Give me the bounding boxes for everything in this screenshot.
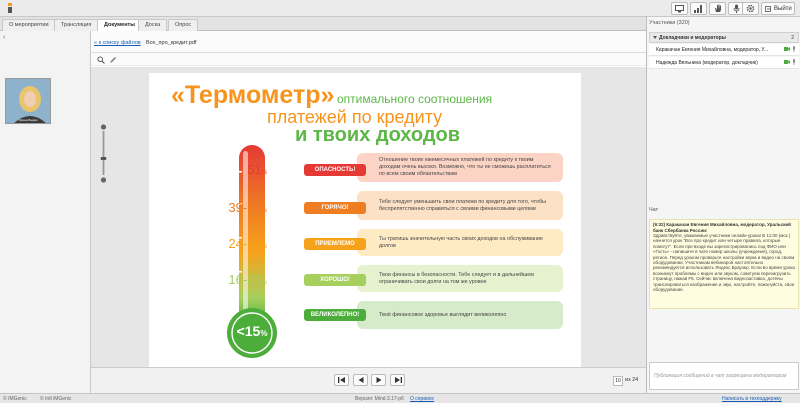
participant-item[interactable]: Каракачан Евгения Михайловна, модератор,…: [649, 44, 799, 56]
footer-copyright-1: © IMGenic: [3, 396, 27, 402]
chat-message-header: (9:32) Каракачан Евгения Михайловна, мод…: [653, 222, 791, 233]
network-icon[interactable]: [690, 2, 707, 15]
participant-name: Надежда Вяльнина (модератор, докладчик): [656, 60, 758, 66]
slide-viewport: «Термометр» оптимального соотношения пла…: [91, 67, 646, 401]
support-link[interactable]: Написать в техподдержку: [722, 396, 782, 402]
footer-copyright-2: © Intl iMGenic: [40, 396, 72, 402]
level-desc-4: Твои финансы в безопасности. Тебе следуе…: [357, 265, 563, 292]
about-service-link[interactable]: О сервисе: [410, 396, 434, 402]
mic-icon: [793, 59, 795, 65]
group-count: 2: [791, 35, 794, 41]
exit-button[interactable]: Выйти: [761, 2, 795, 15]
collapse-left-icon[interactable]: ‹: [3, 34, 5, 41]
thermometer-value: <15%: [236, 323, 268, 339]
tab-about[interactable]: О мероприятии: [2, 19, 56, 31]
chat-message-body: Здравствуйте, уважаемые участники онлайн…: [653, 233, 795, 293]
gear-icon[interactable]: [742, 2, 759, 15]
next-page-button[interactable]: [371, 374, 386, 386]
prev-page-button[interactable]: [353, 374, 368, 386]
pen-icon[interactable]: [108, 55, 117, 64]
group-title: Докладчики и модераторы: [659, 35, 726, 41]
slide-title-quote: «Термометр»: [171, 81, 335, 109]
level-label-5: ВЕЛИКОЛЕПНО!: [304, 309, 366, 321]
tab-poll[interactable]: Опрос: [168, 19, 199, 31]
first-page-button[interactable]: [334, 374, 349, 386]
last-page-button[interactable]: [390, 374, 405, 386]
webcam-name: Ирина Вадим: [18, 118, 38, 122]
participant-name: Каракачан Евгения Михайловна, модератор,…: [656, 47, 769, 53]
slide-title-line3: и твоих доходов: [295, 124, 461, 146]
level-label-3: ПРИЕМЛЕМО: [304, 238, 366, 250]
monitor-icon[interactable]: [671, 2, 688, 15]
document-panel: « к списку файлов Все_про_кредит.pdf «Те…: [91, 31, 646, 401]
level-desc-3: Ты тратишь значительную часть своих дохо…: [357, 229, 563, 256]
camera-icon: [784, 47, 790, 51]
right-sidebar: Участники (320) Докладчики и модераторы …: [646, 17, 800, 393]
last-page-icon: [394, 377, 402, 383]
document-header: « к списку файлов Все_про_кредит.pdf: [91, 31, 646, 53]
slide-title-line1: оптимального соотношения: [337, 92, 493, 106]
chevron-down-icon: [653, 36, 657, 39]
zoom-out-icon: [100, 177, 107, 183]
level-value-2: 39-50%: [228, 200, 267, 215]
prev-page-icon: [358, 377, 363, 383]
mic-icon: [793, 46, 795, 52]
first-page-icon: [337, 377, 345, 383]
level-desc-1: Отношение твоих ежемесячных платежей по …: [357, 153, 563, 182]
participant-item[interactable]: Надежда Вяльнина (модератор, докладчик): [649, 57, 799, 69]
exit-label: Выйти: [774, 5, 792, 12]
chat-input-placeholder: Публикация сообщений в чат запрещена мод…: [654, 373, 787, 379]
pager-bar: 10 из 24: [91, 367, 646, 393]
tab-broadcast[interactable]: Трансляция: [54, 19, 99, 31]
level-label-1: ОПАСНОСТЬ!: [304, 164, 366, 176]
level-label-2: ГОРЯЧО!: [304, 202, 366, 214]
page-total: из 24: [625, 377, 639, 383]
participants-title: Участники (320): [649, 20, 690, 26]
hand-icon[interactable]: [709, 2, 726, 15]
exit-icon: [765, 5, 771, 12]
back-to-files-link[interactable]: « к списку файлов: [94, 40, 141, 46]
document-toolbar: [91, 53, 646, 66]
page-number-input[interactable]: 10: [613, 376, 623, 386]
footer-version: Версия: Mind 3.17-p6: [355, 396, 404, 402]
tab-board[interactable]: Доска: [138, 19, 168, 31]
chat-title: Чат: [649, 207, 659, 213]
level-value-3: 24-38%: [228, 236, 267, 251]
top-bar: Выйти: [0, 0, 800, 17]
level-desc-5: Твоё финансовое здоровье выглядит велико…: [357, 301, 563, 329]
app-logo-icon: [8, 3, 12, 13]
tab-bar: О мероприятии Трансляция Документы Доска…: [0, 17, 646, 32]
chat-input[interactable]: Публикация сообщений в чат запрещена мод…: [649, 362, 799, 390]
file-name: Все_про_кредит.pdf: [146, 40, 197, 46]
camera-icon: [784, 60, 790, 64]
zoom-in-icon: [100, 124, 107, 130]
level-value-1: 51%: [247, 162, 267, 177]
level-desc-2: Тебе следует уменьшить свои платежи по к…: [357, 191, 563, 220]
chat-message: (9:32) Каракачан Евгения Михайловна, мод…: [649, 219, 799, 309]
zoom-slider[interactable]: [100, 124, 107, 184]
level-value-4: 16-23%: [228, 272, 267, 287]
video-column: ‹ Ирина Вадим: [0, 31, 91, 393]
slide: «Термометр» оптимального соотношения пла…: [149, 73, 581, 369]
next-page-icon: [376, 377, 381, 383]
status-bar: © IMGenic © Intl iMGenic Версия: Mind 3.…: [0, 393, 800, 403]
level-label-4: ХОРОШО!: [304, 274, 366, 286]
moderators-group[interactable]: Докладчики и модераторы 2: [649, 32, 799, 43]
zoom-icon[interactable]: [96, 55, 105, 64]
webcam-video: Ирина Вадим: [5, 78, 51, 124]
